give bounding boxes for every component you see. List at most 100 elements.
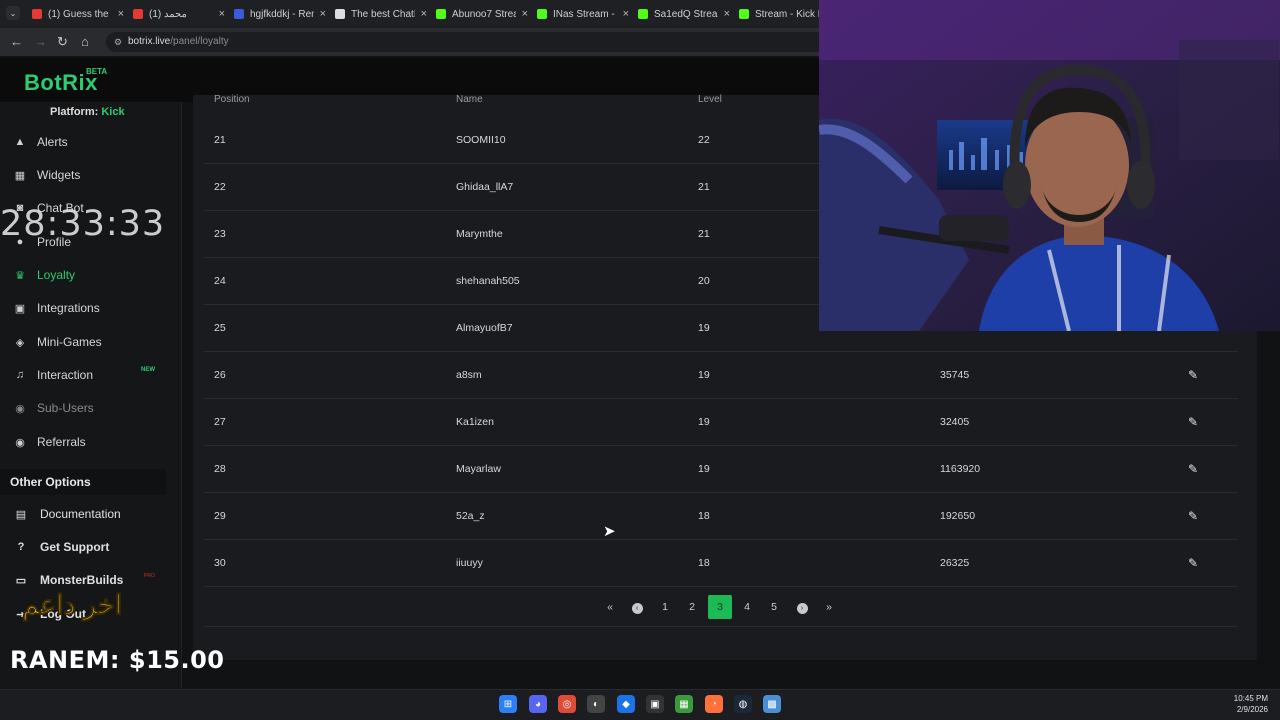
clock-time: 10:45 PM bbox=[1233, 694, 1268, 703]
sidebar-item-label: Mini-Games bbox=[37, 335, 102, 349]
sidebar-item-label: Alerts bbox=[37, 135, 68, 149]
browser-app-icon[interactable]: ◆ bbox=[617, 695, 635, 713]
edit-pencil-icon[interactable]: ✎ bbox=[1188, 446, 1198, 493]
windows-start-icon[interactable]: ⊞ bbox=[499, 695, 517, 713]
prev-page-button[interactable]: ‹ bbox=[625, 595, 649, 619]
cell-level: 19 bbox=[698, 463, 710, 475]
tab-title: The best ChatB bbox=[351, 8, 415, 20]
browser-tab[interactable]: hgjfkddkj - Rem × bbox=[234, 4, 326, 24]
cell-position: 24 bbox=[214, 275, 226, 287]
photos-icon[interactable]: ▩ bbox=[763, 695, 781, 713]
sidebar-item-interaction[interactable]: ♫ Interaction bbox=[12, 364, 93, 386]
tab-close-icon[interactable]: × bbox=[623, 8, 629, 20]
cell-level: 20 bbox=[698, 275, 710, 287]
site-info-icon[interactable]: ⚙ bbox=[114, 32, 122, 52]
cell-position: 30 bbox=[214, 557, 226, 569]
browser-tab[interactable]: The best ChatB × bbox=[335, 4, 427, 24]
edit-pencil-icon[interactable]: ✎ bbox=[1188, 493, 1198, 540]
page-3-button[interactable]: 3 bbox=[708, 595, 732, 619]
browser-tab[interactable]: INas Stream - × bbox=[537, 4, 629, 24]
tab-title: Abunoo7 Strea bbox=[452, 8, 516, 20]
last-supporter-label: اخر داعم bbox=[21, 590, 123, 621]
sidebar-item-widgets[interactable]: ▦ Widgets bbox=[12, 164, 81, 186]
browser-tab[interactable]: Abunoo7 Strea × bbox=[436, 4, 528, 24]
table-row: 29 52a_z 18 192650 ✎ bbox=[204, 493, 1238, 540]
system-clock[interactable]: 10:45 PM 2/9/2026 bbox=[1234, 693, 1268, 715]
back-icon[interactable]: ← bbox=[10, 34, 23, 49]
tab-close-icon[interactable]: × bbox=[219, 8, 225, 20]
users-icon: ◉ bbox=[15, 402, 25, 415]
tab-favicon-icon bbox=[133, 9, 143, 19]
address-bar[interactable]: ⚙ botrix.live/panel/loyalty bbox=[106, 32, 826, 52]
browser-tab[interactable]: (1) Guess the R × bbox=[32, 4, 124, 24]
cell-name: AlmayuofB7 bbox=[456, 322, 513, 334]
cell-position: 26 bbox=[214, 369, 226, 381]
page-2-button[interactable]: 2 bbox=[680, 595, 704, 619]
url-path: /panel/loyalty bbox=[170, 36, 229, 47]
page-4-button[interactable]: 4 bbox=[735, 595, 759, 619]
home-icon[interactable]: ⌂ bbox=[81, 34, 89, 49]
warning-icon: ▲ bbox=[14, 136, 26, 148]
tab-search-button[interactable]: ⌄ bbox=[6, 6, 20, 20]
tab-close-icon[interactable]: × bbox=[724, 8, 730, 20]
tab-close-icon[interactable]: × bbox=[118, 8, 124, 20]
cell-name: Marymthe bbox=[456, 228, 503, 240]
cell-level: 21 bbox=[698, 181, 710, 193]
page-1-button[interactable]: 1 bbox=[653, 595, 677, 619]
sidebar-item-loyalty[interactable]: ♛ Loyalty bbox=[12, 264, 75, 286]
table-row: 27 Ka1izen 19 32405 ✎ bbox=[204, 399, 1238, 446]
cell-name: SOOMII10 bbox=[456, 134, 506, 146]
browser-tab[interactable]: Sa1edQ Stream × bbox=[638, 4, 730, 24]
page-5-button[interactable]: 5 bbox=[762, 595, 786, 619]
steam-icon[interactable]: ◍ bbox=[734, 695, 752, 713]
table-divider bbox=[204, 626, 1238, 627]
cell-points: 192650 bbox=[940, 510, 976, 522]
option-get-support[interactable]: ? Get Support bbox=[14, 536, 110, 558]
col-header-level[interactable]: Level bbox=[698, 94, 722, 105]
clock-date: 2/9/2026 bbox=[1236, 705, 1268, 714]
sidebar-item-integrations[interactable]: ▣ Integrations bbox=[12, 297, 100, 319]
last-page-button[interactable]: » bbox=[817, 595, 841, 619]
gamepad-icon: ◈ bbox=[15, 336, 25, 349]
app-window-icon[interactable]: ▣ bbox=[646, 695, 664, 713]
option-documentation[interactable]: ▤ Documentation bbox=[14, 503, 121, 525]
col-header-position[interactable]: Position bbox=[214, 94, 250, 105]
edit-pencil-icon[interactable]: ✎ bbox=[1188, 352, 1198, 399]
mouse-cursor-icon: ➤ bbox=[603, 523, 616, 540]
tab-close-icon[interactable]: × bbox=[421, 8, 427, 20]
col-header-name[interactable]: Name bbox=[456, 94, 483, 105]
table-row: 30 iiuuyy 18 26325 ✎ bbox=[204, 540, 1238, 587]
sidebar-item-mini-games[interactable]: ◈ Mini-Games bbox=[12, 331, 102, 353]
taskbar bbox=[0, 689, 1280, 720]
trophy-icon: ♛ bbox=[15, 269, 25, 282]
tab-title: Sa1edQ Stream bbox=[654, 8, 718, 20]
sidebar-item-referrals[interactable]: ◉ Referrals bbox=[12, 431, 86, 453]
sidebar-item-sub-users[interactable]: ◉ Sub-Users bbox=[12, 397, 94, 419]
edit-pencil-icon[interactable]: ✎ bbox=[1188, 540, 1198, 587]
tab-close-icon[interactable]: × bbox=[320, 8, 326, 20]
browser-tab[interactable]: (1) محمد × bbox=[133, 4, 225, 24]
platform-value: Kick bbox=[101, 106, 125, 118]
firefox-icon[interactable]: ◔ bbox=[705, 695, 723, 713]
reload-icon[interactable]: ↻ bbox=[57, 34, 68, 50]
cell-name: Ghidaa_llA7 bbox=[456, 181, 514, 193]
minecraft-icon[interactable]: ▦ bbox=[675, 695, 693, 713]
obs-icon[interactable]: ◐ bbox=[587, 695, 605, 713]
discord-icon[interactable]: ◕ bbox=[529, 695, 547, 713]
cell-level: 19 bbox=[698, 416, 710, 428]
cell-position: 28 bbox=[214, 463, 226, 475]
cell-position: 29 bbox=[214, 510, 226, 522]
book-icon: ▤ bbox=[15, 508, 27, 521]
chrome-icon[interactable]: ◎ bbox=[558, 695, 576, 713]
sidebar-item-alerts[interactable]: ▲ Alerts bbox=[12, 131, 68, 153]
cell-name: shehanah505 bbox=[456, 275, 520, 287]
cell-position: 22 bbox=[214, 181, 226, 193]
next-page-button[interactable]: › bbox=[790, 595, 814, 619]
option-label: Get Support bbox=[40, 540, 110, 554]
tab-close-icon[interactable]: × bbox=[522, 8, 528, 20]
option-monsterbuilds[interactable]: ▭ MonsterBuilds bbox=[14, 569, 124, 591]
first-page-button[interactable]: « bbox=[598, 595, 622, 619]
browser-tab[interactable]: Stream - Kick D× bbox=[739, 4, 831, 24]
edit-pencil-icon[interactable]: ✎ bbox=[1188, 399, 1198, 446]
forward-icon[interactable]: → bbox=[34, 34, 47, 49]
